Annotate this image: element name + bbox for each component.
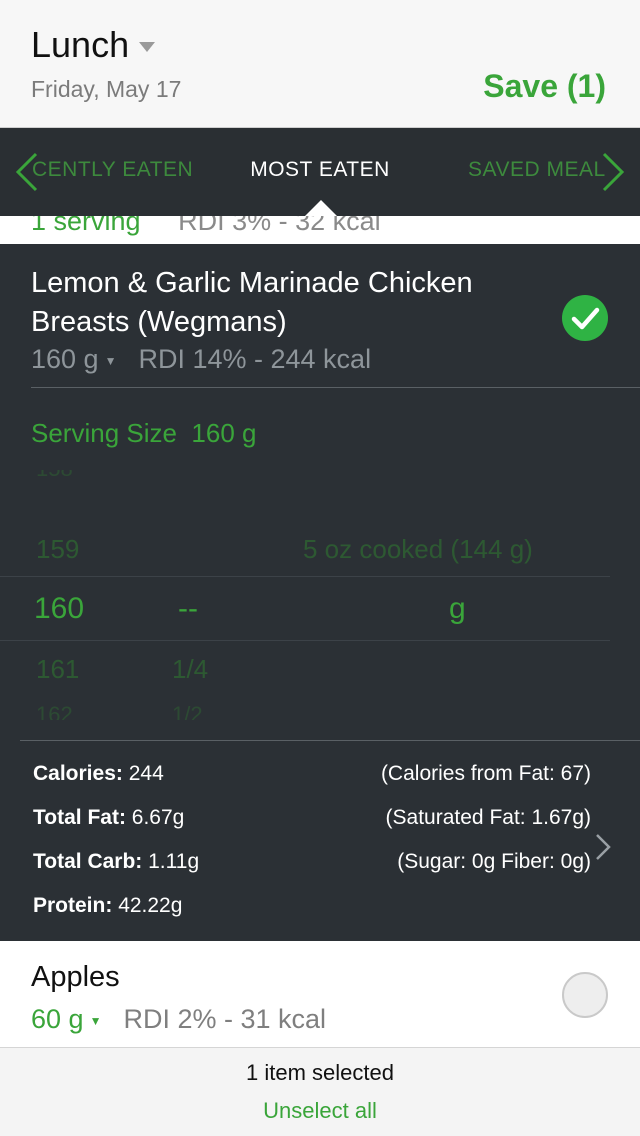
meal-title: Lunch bbox=[31, 24, 130, 65]
tab-indicator bbox=[305, 200, 337, 216]
selected-count: 1 item selected bbox=[246, 1060, 394, 1085]
picker-selection-bottom-line bbox=[0, 640, 610, 641]
carb-label: Total Carb: bbox=[33, 850, 143, 873]
selection-footer: 1 item selected Unselect all bbox=[0, 1047, 640, 1136]
fat-label: Total Fat: bbox=[33, 806, 126, 829]
fat-row: Total Fat: 6.67g bbox=[33, 806, 184, 830]
unselected-circle-icon[interactable] bbox=[562, 972, 608, 1018]
serving-picker[interactable]: 158 159 5 oz cooked (144 g) 160 -- g 161… bbox=[0, 470, 640, 720]
protein-value: 42.22g bbox=[118, 894, 183, 917]
picker-fraction: -- bbox=[178, 592, 198, 625]
carb-value: 1.11g bbox=[148, 850, 200, 873]
dropdown-caret-icon bbox=[139, 42, 156, 52]
food-rdi: RDI 2% - 31 kcal bbox=[123, 1004, 327, 1034]
food-meta: 60 g ▼ RDI 2% - 31 kcal bbox=[31, 1004, 326, 1035]
serving-caret-icon: ▼ bbox=[89, 1013, 102, 1028]
header: Lunch Friday, May 17 Save (1) bbox=[0, 0, 640, 128]
picker-number: 162 bbox=[36, 702, 73, 720]
calories-label: Calories: bbox=[33, 762, 123, 785]
calories-from-fat: (Calories from Fat: 67) bbox=[380, 762, 591, 785]
serving-caret-icon: ▼ bbox=[104, 353, 117, 368]
food-meta: 160 g ▼ RDI 14% - 244 kcal bbox=[31, 344, 371, 375]
partial-serving: 1 serving bbox=[31, 216, 141, 236]
tab-saved-meals[interactable]: SAVED MEAL bbox=[468, 158, 606, 182]
serving-size-label: Serving Size bbox=[31, 418, 177, 448]
save-button[interactable]: Save (1) bbox=[483, 68, 606, 105]
serving-amount[interactable]: 60 g bbox=[31, 1004, 84, 1034]
picker-selection-top-line bbox=[0, 576, 610, 577]
calories-value: 244 bbox=[128, 762, 164, 785]
picker-number: 161 bbox=[36, 654, 80, 684]
picker-unit: 5 oz cooked (144 g) bbox=[303, 534, 533, 564]
food-name: Apples bbox=[31, 961, 120, 993]
meal-date: Friday, May 17 bbox=[31, 76, 182, 102]
sugar-fiber: (Sugar: 0g Fiber: 0g) bbox=[397, 850, 591, 873]
saturated-fat: (Saturated Fat: 1.67g) bbox=[385, 806, 591, 829]
list-item-apples[interactable]: Apples 60 g ▼ RDI 2% - 31 kcal bbox=[0, 941, 640, 1047]
serving-amount[interactable]: 160 g bbox=[31, 344, 99, 374]
picker-fraction: 1/2 bbox=[172, 702, 203, 720]
list-item-partial[interactable]: 1 serving RDI 3% - 32 kcal bbox=[0, 216, 640, 244]
chevron-right-icon[interactable] bbox=[592, 150, 632, 194]
divider bbox=[20, 740, 640, 741]
meal-selector[interactable]: Lunch bbox=[31, 24, 156, 66]
tab-bar: CENTLY EATEN MOST EATEN SAVED MEAL bbox=[0, 128, 640, 216]
serving-size-value: 160 g bbox=[191, 418, 257, 448]
partial-rdi: RDI 3% - 32 kcal bbox=[178, 216, 381, 236]
divider bbox=[31, 387, 640, 388]
checkmark-selected-icon[interactable] bbox=[562, 295, 608, 341]
picker-number: 159 bbox=[36, 534, 80, 564]
food-rdi: RDI 14% - 244 kcal bbox=[138, 344, 372, 374]
serving-size-row: Serving Size 160 g bbox=[31, 418, 257, 449]
expanded-food-item: Lemon & Garlic Marinade Chicken Breasts … bbox=[0, 244, 640, 941]
protein-row: Protein: 42.22g bbox=[33, 894, 182, 918]
fat-value: 6.67g bbox=[131, 806, 185, 829]
picker-fraction: 1/4 bbox=[172, 654, 209, 684]
protein-label: Protein: bbox=[33, 894, 113, 917]
picker-unit: g bbox=[449, 592, 466, 625]
picker-number: 160 bbox=[34, 592, 85, 625]
carb-row: Total Carb: 1.11g bbox=[33, 850, 199, 874]
calories-row: Calories: 244 bbox=[33, 762, 164, 786]
picker-number: 158 bbox=[36, 470, 73, 482]
food-name[interactable]: Lemon & Garlic Marinade Chicken Breasts … bbox=[31, 264, 541, 342]
unselect-all-button[interactable]: Unselect all bbox=[0, 1098, 640, 1124]
chevron-right-icon[interactable] bbox=[594, 832, 612, 862]
